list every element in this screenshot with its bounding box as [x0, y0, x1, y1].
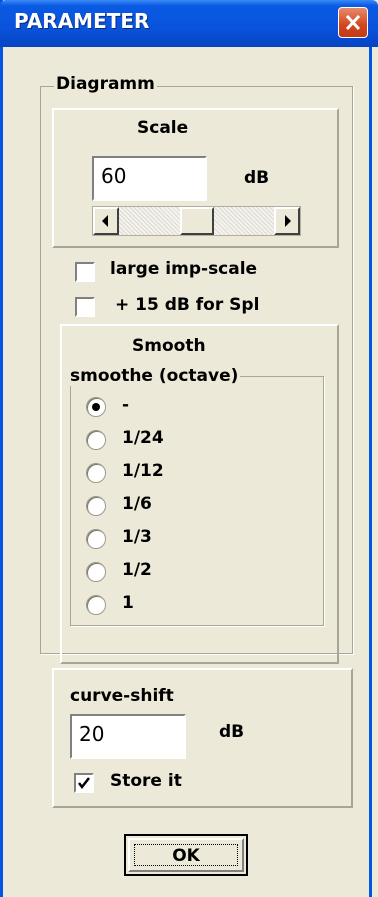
window-title: PARAMETER — [14, 9, 150, 33]
curve-shift-unit: dB — [219, 722, 245, 742]
curve-shift-input[interactable]: 20 — [70, 714, 186, 759]
smoothe-option-label: 1 — [122, 593, 134, 613]
smoothe-option-label: 1/2 — [122, 560, 152, 580]
arrow-left-icon — [102, 215, 108, 227]
store-it-checkbox[interactable] — [74, 773, 94, 793]
scroll-left-button[interactable] — [93, 207, 119, 235]
scroll-right-button[interactable] — [274, 207, 300, 235]
smoothe-radio-7[interactable] — [86, 595, 106, 615]
smoothe-option-label: 1/6 — [122, 494, 152, 514]
smoothe-option-label: 1/3 — [122, 527, 152, 547]
smoothe-radio-2[interactable] — [86, 430, 106, 450]
arrow-right-icon — [285, 215, 291, 227]
smooth-title: Smooth — [132, 336, 206, 356]
plus15-checkbox[interactable] — [75, 297, 95, 317]
scale-title: Scale — [137, 118, 189, 138]
smoothe-radio-4[interactable] — [86, 496, 106, 516]
store-it-label: Store it — [110, 771, 182, 791]
smoothe-octave-group — [70, 376, 324, 626]
checkmark-icon — [78, 777, 90, 790]
scale-scroll-thumb[interactable] — [180, 207, 214, 235]
smoothe-radio-1[interactable] — [86, 397, 106, 417]
smoothe-option-label: - — [122, 395, 130, 415]
large-imp-scale-checkbox[interactable] — [75, 262, 95, 282]
smoothe-radio-6[interactable] — [86, 562, 106, 582]
scale-input[interactable]: 60 — [92, 156, 207, 201]
diagramm-legend: Diagramm — [54, 74, 157, 94]
smoothe-radio-5[interactable] — [86, 529, 106, 549]
smoothe-octave-legend: smoothe (octave) — [68, 366, 241, 386]
smoothe-radio-3[interactable] — [86, 463, 106, 483]
close-icon — [345, 14, 361, 31]
smoothe-option-label: 1/12 — [122, 461, 164, 481]
scale-scrollbar[interactable] — [92, 206, 301, 236]
ok-button-label: OK — [172, 846, 200, 866]
close-button[interactable] — [338, 7, 368, 38]
ok-button[interactable]: OK — [124, 834, 248, 876]
large-imp-scale-label: large imp-scale — [110, 259, 258, 279]
title-bar[interactable]: PARAMETER — [0, 0, 378, 47]
curve-shift-label: curve-shift — [70, 686, 174, 706]
scale-unit: dB — [244, 168, 270, 188]
radio-selected-dot — [92, 403, 100, 411]
plus15-label: + 15 dB for Spl — [115, 295, 260, 315]
smoothe-option-label: 1/24 — [122, 428, 164, 448]
